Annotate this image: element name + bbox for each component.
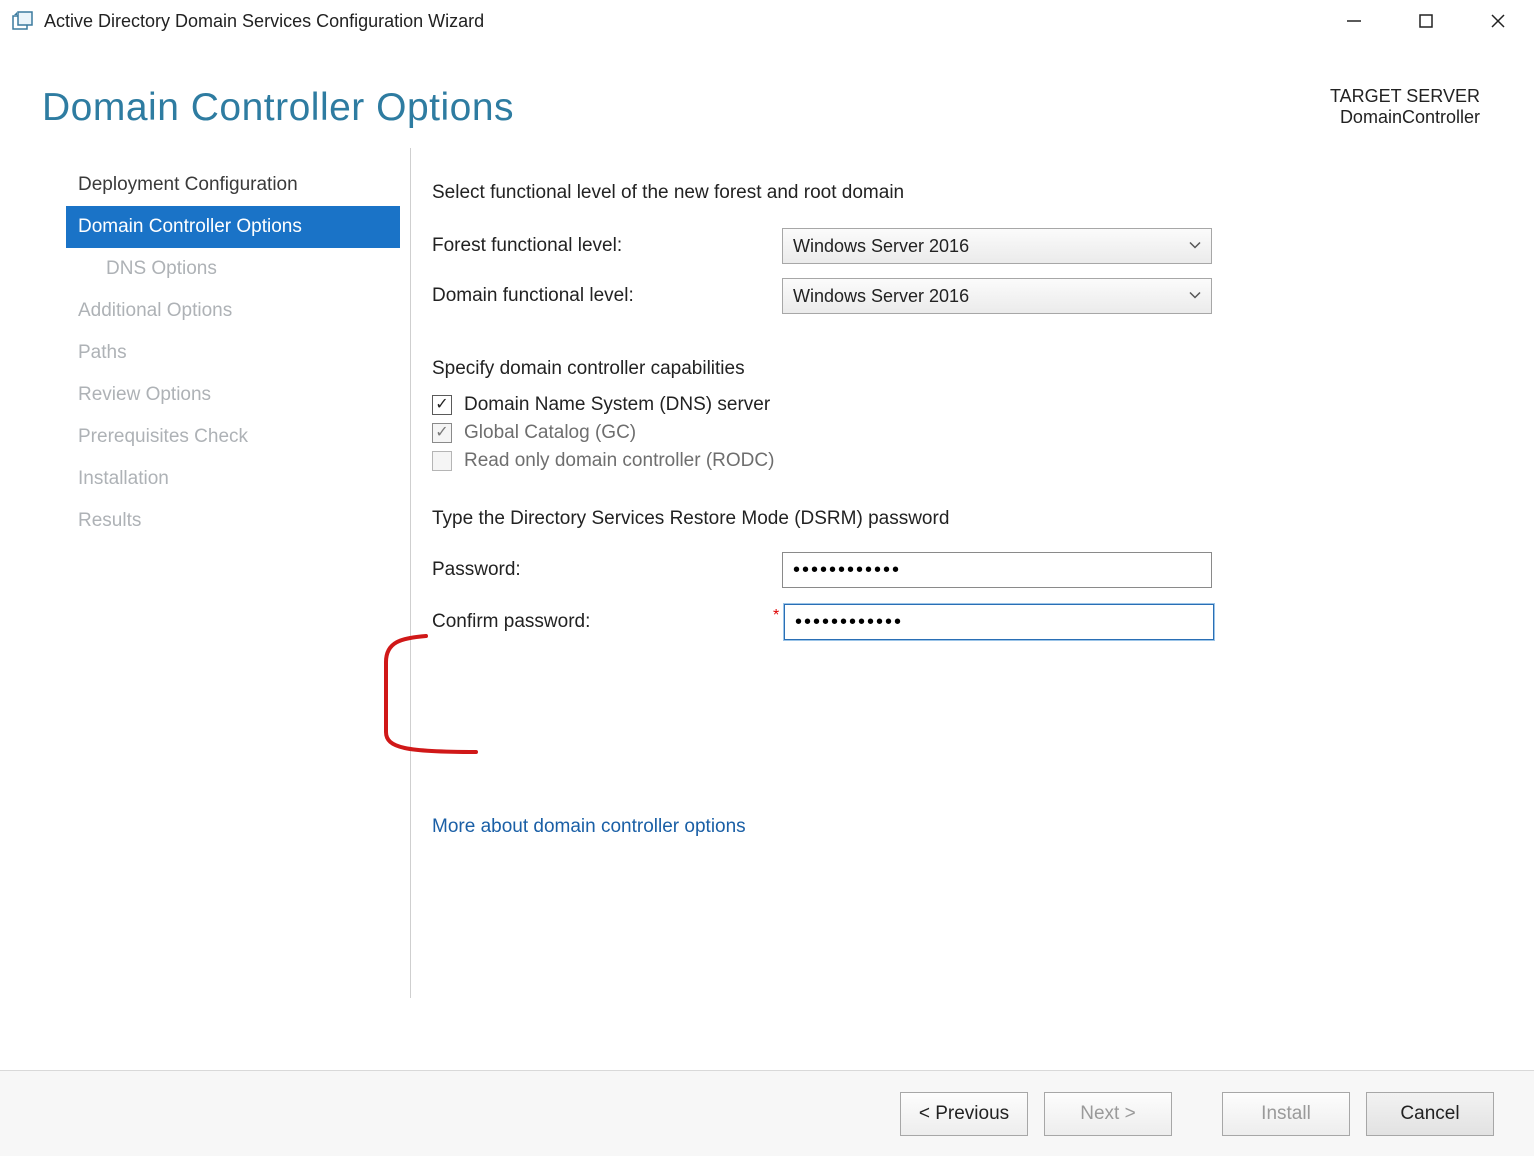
target-server-label: TARGET SERVER <box>1330 86 1480 107</box>
dsrm-heading: Type the Directory Services Restore Mode… <box>432 508 1474 530</box>
window-controls <box>1318 0 1534 42</box>
confirm-password-input[interactable] <box>784 604 1214 640</box>
confirm-password-row: Confirm password: * <box>432 604 1474 640</box>
body: Deployment Configuration Domain Controll… <box>0 140 1534 1070</box>
functional-level-heading: Select functional level of the new fores… <box>432 182 1474 204</box>
footer: < Previous Next > Install Cancel <box>0 1070 1534 1156</box>
domain-level-row: Domain functional level: Windows Server … <box>432 278 1474 314</box>
capability-dns-checkbox[interactable] <box>432 395 452 415</box>
sidebar: Deployment Configuration Domain Controll… <box>0 164 400 1070</box>
target-server-block: TARGET SERVER DomainController <box>1330 86 1480 128</box>
capability-rodc-checkbox <box>432 451 452 471</box>
forest-level-row: Forest functional level: Windows Server … <box>432 228 1474 264</box>
forest-level-label: Forest functional level: <box>432 235 782 257</box>
page-title: Domain Controller Options <box>42 86 514 130</box>
maximize-button[interactable] <box>1390 0 1462 42</box>
sidebar-item-review-options: Review Options <box>66 374 400 416</box>
capability-rodc-row: Read only domain controller (RODC) <box>432 450 1474 472</box>
forest-level-value: Windows Server 2016 <box>793 236 969 257</box>
domain-level-label: Domain functional level: <box>432 285 782 307</box>
password-input[interactable] <box>782 552 1212 588</box>
window-title: Active Directory Domain Services Configu… <box>44 11 484 32</box>
titlebar: Active Directory Domain Services Configu… <box>0 0 1534 42</box>
more-about-link[interactable]: More about domain controller options <box>432 816 746 838</box>
previous-button[interactable]: < Previous <box>900 1092 1028 1136</box>
next-button[interactable]: Next > <box>1044 1092 1172 1136</box>
sidebar-item-prerequisites-check: Prerequisites Check <box>66 416 400 458</box>
app-icon <box>12 10 34 32</box>
sidebar-item-installation: Installation <box>66 458 400 500</box>
sidebar-item-paths: Paths <box>66 332 400 374</box>
capability-gc-row: Global Catalog (GC) <box>432 422 1474 444</box>
main-content: Select functional level of the new fores… <box>400 164 1534 1070</box>
wizard-window: Active Directory Domain Services Configu… <box>0 0 1534 1156</box>
domain-level-value: Windows Server 2016 <box>793 286 969 307</box>
close-button[interactable] <box>1462 0 1534 42</box>
cancel-button[interactable]: Cancel <box>1366 1092 1494 1136</box>
capability-gc-label: Global Catalog (GC) <box>464 422 636 444</box>
chevron-down-icon <box>1189 286 1201 307</box>
hand-annotation <box>366 634 846 764</box>
sidebar-item-deployment-configuration[interactable]: Deployment Configuration <box>66 164 400 206</box>
password-row: Password: <box>432 552 1474 588</box>
capability-rodc-label: Read only domain controller (RODC) <box>464 450 774 472</box>
password-label: Password: <box>432 559 782 581</box>
forest-level-select[interactable]: Windows Server 2016 <box>782 228 1212 264</box>
domain-level-select[interactable]: Windows Server 2016 <box>782 278 1212 314</box>
target-server-name: DomainController <box>1330 107 1480 128</box>
capability-gc-checkbox <box>432 423 452 443</box>
capability-dns-row: Domain Name System (DNS) server <box>432 394 1474 416</box>
chevron-down-icon <box>1189 236 1201 257</box>
sidebar-item-domain-controller-options[interactable]: Domain Controller Options <box>66 206 400 248</box>
sidebar-item-additional-options: Additional Options <box>66 290 400 332</box>
header: Domain Controller Options TARGET SERVER … <box>0 42 1534 140</box>
sidebar-item-dns-options: DNS Options <box>66 248 400 290</box>
capabilities-heading: Specify domain controller capabilities <box>432 358 1474 380</box>
sidebar-item-results: Results <box>66 500 400 542</box>
capability-dns-label: Domain Name System (DNS) server <box>464 394 770 416</box>
minimize-button[interactable] <box>1318 0 1390 42</box>
install-button: Install <box>1222 1092 1350 1136</box>
confirm-password-label: Confirm password: <box>432 611 782 633</box>
